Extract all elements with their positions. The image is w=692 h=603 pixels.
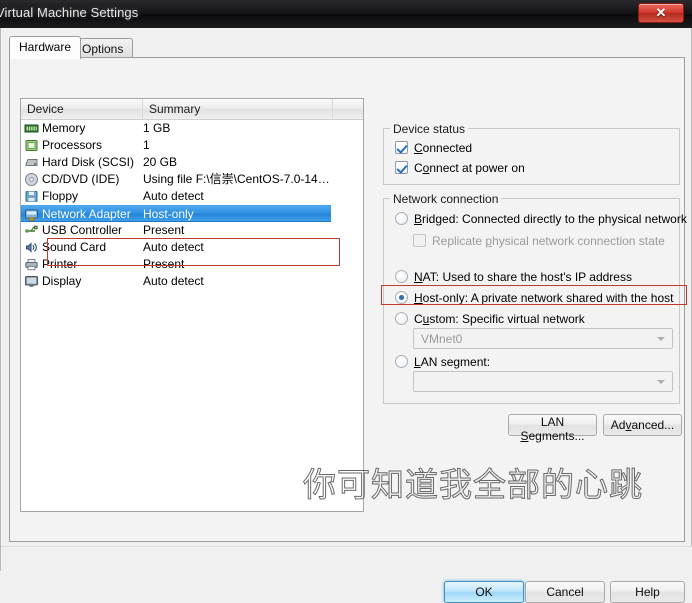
cancel-button[interactable]: Cancel xyxy=(525,581,605,603)
device-name: Processors xyxy=(42,138,103,152)
device-name: CD/DVD (IDE) xyxy=(42,172,120,186)
checkbox-icon[interactable] xyxy=(395,141,408,154)
table-row[interactable]: Printer Present xyxy=(21,256,363,273)
radio-lan-segment-label: LAN segment: xyxy=(414,355,491,369)
device-summary: Host-only xyxy=(143,207,194,221)
hard-disk-icon xyxy=(24,155,39,170)
table-row[interactable]: CD/DVD (IDE) Using file F:\信崇\CentOS-7.0… xyxy=(21,171,363,188)
table-row[interactable]: Memory 1 GB xyxy=(21,120,363,137)
connected-label: CConnectedonnected xyxy=(414,141,473,155)
column-header-filler xyxy=(333,99,363,119)
chevron-down-icon xyxy=(657,380,665,384)
device-name: Hard Disk (SCSI) xyxy=(42,155,135,169)
vmnet-dropdown[interactable]: VMnet0 xyxy=(413,328,673,349)
connect-at-power-on-label: Connect at power on xyxy=(414,161,525,175)
replicate-label: Replicate physical network connection st… xyxy=(432,234,665,248)
checkbox-icon[interactable] xyxy=(395,161,408,174)
window-title-bar[interactable]: Virtual Machine Settings ✕ xyxy=(0,0,692,28)
device-status-legend: Device status xyxy=(390,122,469,136)
device-summary: 20 GB xyxy=(143,155,178,169)
radio-host-only-label: Host-only: A private network shared with… xyxy=(414,291,674,305)
column-header-summary[interactable]: Summary xyxy=(143,99,333,119)
radio-icon[interactable] xyxy=(395,312,408,325)
tab-options-label: Options xyxy=(82,42,124,56)
device-name: Floppy xyxy=(42,189,79,203)
chevron-down-icon xyxy=(657,337,665,341)
device-list-rows: Memory 1 GB Processors 1 Hard Disk (SCSI… xyxy=(21,120,363,290)
network-connection-legend: Network connection xyxy=(390,192,502,206)
table-row-network-adapter[interactable]: Network Adapter Host-only xyxy=(21,205,331,222)
advanced-button[interactable]: Advanced... xyxy=(603,414,682,436)
device-name: Printer xyxy=(42,257,78,271)
device-name: Network Adapter xyxy=(42,207,131,221)
device-summary: Present xyxy=(143,257,185,271)
lan-segments-button[interactable]: LAN Segments... xyxy=(508,414,597,443)
checkbox-icon[interactable] xyxy=(413,234,426,247)
device-summary: Auto detect xyxy=(143,240,204,254)
device-status-group: Device status CConnectedonnected Connect… xyxy=(383,122,680,185)
close-icon: ✕ xyxy=(655,5,667,20)
device-name: Display xyxy=(42,274,82,288)
radio-icon[interactable] xyxy=(395,270,408,283)
hardware-panel: Device Summary Memory 1 GB Processors 1 … xyxy=(9,57,687,593)
radio-icon[interactable] xyxy=(395,355,408,368)
close-button[interactable]: ✕ xyxy=(638,3,684,23)
cd-dvd-icon xyxy=(24,172,39,187)
network-adapter-icon xyxy=(24,207,39,222)
lan-segment-dropdown[interactable] xyxy=(413,371,673,392)
device-list-header: Device Summary xyxy=(21,99,363,120)
device-name: Memory xyxy=(42,121,86,135)
table-row[interactable]: Hard Disk (SCSI) 20 GB xyxy=(21,154,363,171)
radio-bridged-label: Bridged: Connected directly to the physi… xyxy=(414,212,687,226)
radio-icon[interactable] xyxy=(395,212,408,225)
device-summary: 1 xyxy=(143,138,150,152)
column-header-device[interactable]: Device xyxy=(21,99,143,119)
device-summary: 1 GB xyxy=(143,121,171,135)
window-title: Virtual Machine Settings xyxy=(0,5,139,20)
device-summary: Present xyxy=(143,223,185,237)
tab-strip: Hardware Options xyxy=(9,36,685,59)
table-row[interactable]: Sound Card Auto detect xyxy=(21,239,363,256)
tab-hardware-label: Hardware xyxy=(19,40,72,54)
radio-custom-label: Custom: Specific virtual network xyxy=(414,312,585,326)
ok-button[interactable]: OK xyxy=(444,581,524,603)
tab-options[interactable]: Options xyxy=(72,38,134,58)
display-icon xyxy=(24,274,39,289)
processor-icon xyxy=(24,138,39,153)
table-row[interactable]: Display Auto detect xyxy=(21,273,363,290)
device-summary: Auto detect xyxy=(143,189,204,203)
usb-controller-icon xyxy=(24,223,39,238)
device-summary: Auto detect xyxy=(143,274,204,288)
device-name: USB Controller xyxy=(42,223,123,237)
dialog-body: Hardware Options Device Summary Memory 1… xyxy=(0,28,692,603)
sound-card-icon xyxy=(24,240,39,255)
device-name: Sound Card xyxy=(42,240,107,254)
help-button[interactable]: Help xyxy=(610,581,685,603)
memory-icon xyxy=(24,121,39,136)
device-summary: Using file F:\信崇\CentOS-7.0-14… xyxy=(143,172,330,186)
printer-icon xyxy=(24,257,39,272)
table-row[interactable]: USB Controller Present xyxy=(21,222,363,239)
table-row[interactable]: Processors 1 xyxy=(21,137,363,154)
table-row[interactable]: Floppy Auto detect xyxy=(21,188,363,205)
tab-hardware[interactable]: Hardware xyxy=(9,36,82,59)
radio-nat-label: NAT: Used to share the host's IP address xyxy=(414,270,632,284)
radio-icon[interactable] xyxy=(395,291,408,304)
floppy-icon xyxy=(24,189,39,204)
device-list[interactable]: Device Summary Memory 1 GB Processors 1 … xyxy=(20,98,364,512)
vmnet-dropdown-value: VMnet0 xyxy=(421,332,463,346)
